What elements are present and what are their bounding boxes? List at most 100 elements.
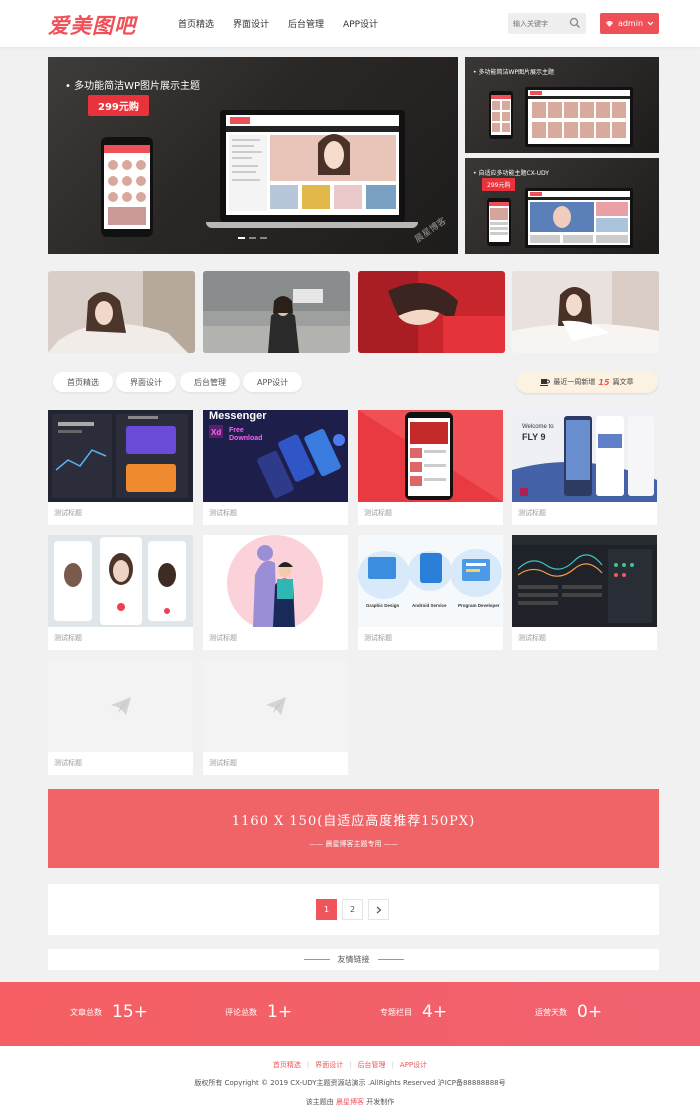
side-banner-2[interactable]: • 自适应多功能主题CX-UDY 299元购 <box>465 158 659 254</box>
featured-photo-2[interactable] <box>203 271 350 353</box>
stat-value: 1+ <box>267 1002 293 1022</box>
post-title: 测试标题 <box>518 634 546 642</box>
phone-mockup <box>487 198 511 246</box>
tag-admin[interactable]: 后台管理 <box>180 372 240 392</box>
page-1-button[interactable]: 1 <box>316 899 337 920</box>
welcome-text: Welcome to <box>522 424 554 430</box>
fly-text: FLY 9 <box>522 432 546 442</box>
diamond-icon <box>605 20 614 28</box>
footer-link-ui-design[interactable]: 界面设计 <box>315 1061 343 1069</box>
messenger-text: Messenger <box>209 410 267 422</box>
footer-link-featured[interactable]: 首页精选 <box>273 1061 301 1069</box>
slide-price-badge[interactable]: 299元购 <box>88 95 149 116</box>
xd-text: Xd <box>211 428 221 437</box>
site-header: 爱美图吧 首页精选 界面设计 后台管理 APP设计 admin <box>0 0 700 47</box>
ad-main-text: 1160 X 150(自适应高度推荐150PX) <box>231 814 476 829</box>
android-service-text: Android Service <box>412 603 447 608</box>
post-thumbnail: Welcome to FLY 9 <box>512 410 657 502</box>
stat-days: 运营天数 0+ <box>535 1002 602 1022</box>
search-input[interactable] <box>508 13 566 34</box>
paper-plane-icon <box>265 696 287 716</box>
laptop-mockup <box>525 188 633 248</box>
post-card[interactable]: 测试标题 <box>48 535 193 650</box>
side-banner-1[interactable]: • 多功能简洁WP图片展示主题 <box>465 57 659 153</box>
slide-title: • 多功能简洁WP图片展示主题 <box>65 81 200 92</box>
stat-label: 评论总数 <box>225 1007 257 1017</box>
post-thumbnail <box>358 410 503 502</box>
post-card[interactable]: 测试标题 <box>48 660 193 775</box>
laptop-mockup <box>220 110 405 222</box>
main-slider[interactable]: • 多功能简洁WP图片展示主题 299元购 晨星博客 <box>48 57 458 254</box>
laptop-base <box>206 222 418 228</box>
post-card[interactable]: Messenger Xd Free Download 测试标题 <box>203 410 348 525</box>
post-card[interactable]: 测试标题 <box>358 410 503 525</box>
post-thumbnail-placeholder <box>48 660 193 752</box>
post-title: 测试标题 <box>364 634 392 642</box>
svg-text:Free: Free <box>229 427 244 434</box>
pagination: 1 2 <box>48 884 659 935</box>
nav-item-featured[interactable]: 首页精选 <box>178 17 214 30</box>
site-logo[interactable]: 爱美图吧 <box>48 10 136 40</box>
featured-photo-1[interactable] <box>48 271 195 353</box>
post-card[interactable]: Graphic Design Android Service Program Dev… <box>358 535 503 650</box>
next-page-button[interactable] <box>368 899 389 920</box>
nav-item-admin[interactable]: 后台管理 <box>288 17 324 30</box>
post-title: 测试标题 <box>209 509 237 517</box>
post-title: 测试标题 <box>54 759 82 767</box>
post-title: 测试标题 <box>54 509 82 517</box>
post-card[interactable]: 测试标题 <box>48 410 193 525</box>
stat-value: 15+ <box>112 1002 148 1022</box>
friend-links-header: 友情链接 <box>48 949 659 970</box>
copyright: 版权所有 Copyright © 2019 CX-UDY主题资源站演示 .All… <box>194 1079 506 1087</box>
post-thumbnail <box>203 535 348 627</box>
page-2-button[interactable]: 2 <box>342 899 363 920</box>
slider-dot[interactable] <box>238 237 245 239</box>
phone-mockup <box>101 137 153 237</box>
tag-app-design[interactable]: APP设计 <box>243 372 303 392</box>
nav-item-app-design[interactable]: APP设计 <box>343 17 378 30</box>
friend-links-title: 友情链接 <box>337 955 370 964</box>
stat-value: 0+ <box>577 1002 603 1022</box>
paper-plane-icon <box>110 696 132 716</box>
nav-item-ui-design[interactable]: 界面设计 <box>233 17 269 30</box>
stat-topics: 专题栏目 4+ <box>380 1002 447 1022</box>
search-box <box>508 13 586 34</box>
slider-dots[interactable] <box>238 237 267 239</box>
footer-link-admin[interactable]: 后台管理 <box>358 1061 386 1069</box>
laptop-mockup <box>525 87 633 147</box>
featured-photo-3[interactable] <box>358 271 505 353</box>
side-banner-title: • 自适应多功能主题CX-UDY <box>473 170 549 177</box>
user-menu-button[interactable]: admin <box>600 13 659 34</box>
post-card[interactable]: 测试标题 <box>203 660 348 775</box>
main-nav: 首页精选 界面设计 后台管理 APP设计 <box>178 17 378 30</box>
tag-ui-design[interactable]: 界面设计 <box>116 372 176 392</box>
chevron-right-icon <box>376 906 382 914</box>
graphic-design-text: Graphic Design <box>366 603 400 608</box>
slider-dot[interactable] <box>260 237 267 239</box>
recent-prefix: 最近一周新增 <box>553 378 596 386</box>
search-icon[interactable] <box>569 17 581 29</box>
stat-comments: 评论总数 1+ <box>225 1002 292 1022</box>
post-card[interactable]: Welcome to FLY 9 测试标题 <box>512 410 657 525</box>
post-thumbnail: Graphic Design Android Service Program Dev… <box>358 535 503 627</box>
ad-sub-text: —— 晨星博客主题专用 —— <box>309 840 398 848</box>
stat-label: 运营天数 <box>535 1007 567 1017</box>
stat-label: 专题栏目 <box>380 1007 412 1017</box>
stat-label: 文章总数 <box>70 1007 102 1017</box>
post-card[interactable]: 测试标题 <box>203 535 348 650</box>
recent-suffix: 篇文章 <box>612 378 634 386</box>
program-developer-text: Program Developer <box>458 603 500 608</box>
site-footer: 首页精选 | 界面设计 | 后台管理 | APP设计 版权所有 Copyright © 20… <box>0 1046 700 1120</box>
footer-links: 首页精选 | 界面设计 | 后台管理 | APP设计 <box>272 1061 428 1069</box>
theme-author-link[interactable]: 晨星博客 <box>336 1098 364 1106</box>
slider-dot[interactable] <box>249 237 256 239</box>
side-banner-price[interactable]: 299元购 <box>482 178 516 191</box>
chevron-down-icon <box>647 21 654 26</box>
divider <box>303 959 330 960</box>
ad-banner[interactable]: 1160 X 150(自适应高度推荐150PX) —— 晨星博客主题专用 —— <box>48 789 659 868</box>
post-title: 测试标题 <box>364 509 392 517</box>
footer-link-app-design[interactable]: APP设计 <box>400 1061 427 1069</box>
featured-photo-4[interactable] <box>512 271 659 353</box>
post-card[interactable]: 测试标题 <box>512 535 657 650</box>
tag-featured[interactable]: 首页精选 <box>53 372 113 392</box>
